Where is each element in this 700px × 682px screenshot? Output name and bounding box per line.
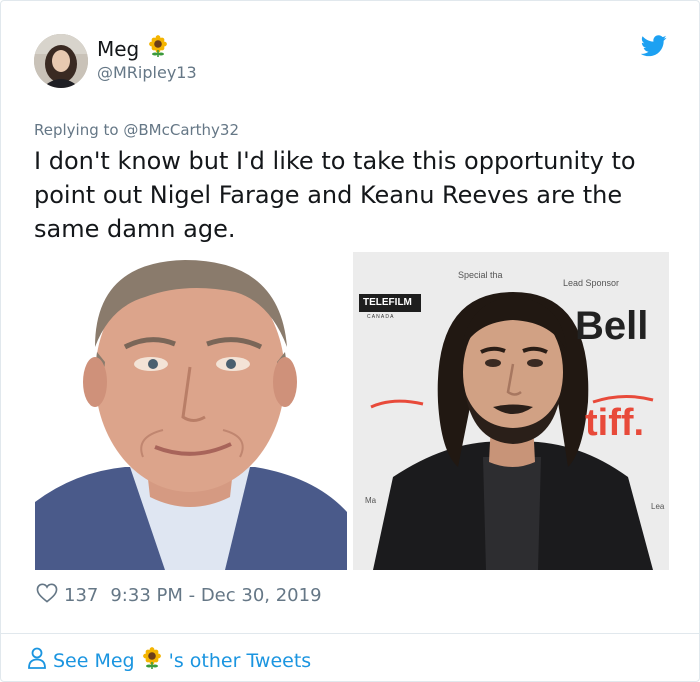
tweet-meta: 137 9:33 PM - Dec 30, 2019 (36, 583, 322, 608)
tweet-text: I don't know but I'd like to take this o… (34, 147, 636, 243)
see-other-tweets-link[interactable]: See Meg 's other Tweets (27, 647, 311, 674)
author-name[interactable]: Meg (97, 35, 169, 62)
replying-to: Replying to @BMcCarthy32 (34, 121, 239, 139)
replying-prefix: Replying to (34, 121, 119, 139)
backdrop-lead-sponsor-text: Lead Sponsor (563, 278, 620, 288)
twitter-bird-icon[interactable] (640, 35, 667, 57)
backdrop-canada-text: C A N A D A (367, 314, 394, 320)
photo-nigel-farage[interactable] (35, 252, 347, 570)
author-name-text[interactable]: Meg (97, 37, 139, 61)
author-handle[interactable]: @MRipley13 (97, 63, 197, 82)
backdrop-tiff-text: tiff. (585, 402, 645, 444)
backdrop-lea-text: Lea (651, 502, 665, 511)
sunflower-emoji (141, 647, 163, 674)
like-count[interactable]: 137 (64, 585, 98, 606)
heart-icon[interactable] (36, 583, 58, 608)
backdrop-bell-text: Bell (575, 304, 649, 348)
backdrop-special-text: Special tha (458, 270, 503, 280)
sunflower-emoji (147, 35, 169, 62)
replying-mention[interactable]: @BMcCarthy32 (123, 121, 239, 139)
other-tweets-text[interactable]: 's other Tweets (169, 650, 312, 672)
person-icon (27, 647, 47, 674)
tweet-timestamp[interactable]: 9:33 PM - Dec 30, 2019 (110, 585, 321, 606)
photo-keanu-reeves[interactable]: Special tha Lead Sponsor TELEFILM C A N … (353, 252, 669, 570)
see-user-text[interactable]: See Meg (53, 650, 135, 672)
backdrop-telefilm-text: TELEFILM (363, 297, 412, 308)
backdrop-ma-text: Ma (365, 496, 377, 505)
tweet-card: Meg @MRipley13 Replying to @BMcCarthy32 … (0, 0, 700, 682)
avatar[interactable] (34, 34, 88, 88)
footer-divider (1, 633, 700, 634)
